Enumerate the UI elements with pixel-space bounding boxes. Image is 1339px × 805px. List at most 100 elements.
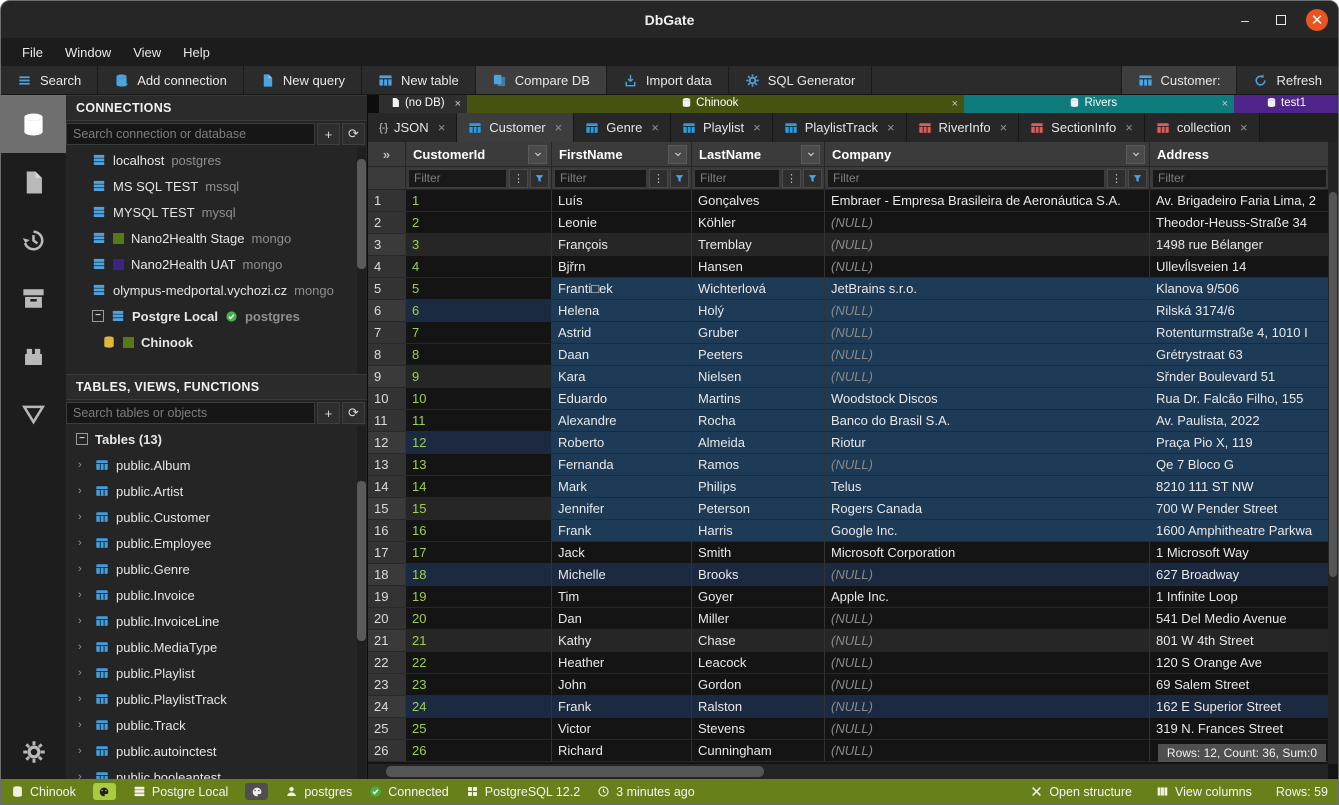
grid-cell[interactable]: Ullevĺlsveien 14: [1150, 256, 1328, 278]
activity-history-button[interactable]: [1, 211, 66, 269]
grid-cell[interactable]: Rua Dr. Falcão Filho, 155: [1150, 388, 1328, 410]
grid-cell[interactable]: Frank: [552, 520, 692, 542]
tab-playlisttrack[interactable]: PlaylistTrack×: [773, 113, 907, 142]
grid-cell[interactable]: (NULL): [825, 234, 1150, 256]
grid-cell[interactable]: Martins: [692, 388, 825, 410]
table-item[interactable]: ›public.Customer: [66, 504, 367, 530]
toolbar-button-new-query[interactable]: New query: [244, 66, 362, 94]
grid-cell[interactable]: (NULL): [825, 674, 1150, 696]
activity-file-button[interactable]: [1, 153, 66, 211]
grid-cell[interactable]: Google Inc.: [825, 520, 1150, 542]
grid-cell[interactable]: Grétrystraat 63: [1150, 344, 1328, 366]
database-tab-rivers[interactable]: Rivers×: [964, 95, 1234, 113]
grid-cell[interactable]: 18: [406, 564, 552, 586]
grid-cell[interactable]: 7: [406, 322, 552, 344]
grid-cell[interactable]: 801 W 4th Street: [1150, 630, 1328, 652]
connections-search-input[interactable]: [66, 123, 315, 145]
toolbar-button-refresh[interactable]: Refresh: [1236, 66, 1338, 94]
row-number[interactable]: 8: [368, 344, 406, 366]
grid-cell[interactable]: Leacock: [692, 652, 825, 674]
grid-cell[interactable]: 8210 111 ST NW: [1150, 476, 1328, 498]
grid-cell[interactable]: (NULL): [825, 608, 1150, 630]
connection-item[interactable]: −Postgre Localpostgres: [66, 303, 367, 329]
grid-cell[interactable]: (NULL): [825, 344, 1150, 366]
statusbar-open-structure[interactable]: Open structure: [1030, 785, 1132, 799]
grid-cell[interactable]: 1498 rue Bélanger: [1150, 234, 1328, 256]
grid-cell[interactable]: Theodor-Heuss-Straße 34: [1150, 212, 1328, 234]
grid-cell[interactable]: 319 N. Frances Street: [1150, 718, 1328, 740]
connection-item[interactable]: Nano2Health Stagemongo: [66, 225, 367, 251]
column-dropdown-button[interactable]: [1126, 145, 1145, 164]
activity-database-button[interactable]: [1, 95, 66, 153]
filter-menu-button[interactable]: ⋮: [509, 169, 528, 188]
grid-cell[interactable]: 24: [406, 696, 552, 718]
filter-input-lastname[interactable]: [694, 169, 780, 188]
close-icon[interactable]: ×: [1222, 98, 1228, 110]
grid-cell[interactable]: François: [552, 234, 692, 256]
column-dropdown-button[interactable]: [668, 145, 687, 164]
table-item[interactable]: ›public.autoinctest: [66, 738, 367, 764]
grid-cell[interactable]: 700 W Pender Street: [1150, 498, 1328, 520]
activity-archive-button[interactable]: [1, 269, 66, 327]
table-item[interactable]: ›public.Employee: [66, 530, 367, 556]
tab-collection[interactable]: collection×: [1145, 113, 1260, 142]
chevron-right-icon[interactable]: ›: [78, 667, 88, 679]
grid-cell[interactable]: Heather: [552, 652, 692, 674]
grid-cell[interactable]: Kathy: [552, 630, 692, 652]
grid-cell[interactable]: Mark: [552, 476, 692, 498]
grid-cell[interactable]: Wichterlová: [692, 278, 825, 300]
grid-cell[interactable]: Goyer: [692, 586, 825, 608]
close-icon[interactable]: ×: [1125, 120, 1133, 135]
grid-cell[interactable]: Qe 7 Bloco G: [1150, 454, 1328, 476]
column-dropdown-button[interactable]: [528, 145, 547, 164]
grid-cell[interactable]: Richard: [552, 740, 692, 762]
filter-funnel-button[interactable]: [530, 169, 549, 188]
grid-cell[interactable]: Holý: [692, 300, 825, 322]
grid-cell[interactable]: (NULL): [825, 366, 1150, 388]
grid-cell[interactable]: Miller: [692, 608, 825, 630]
grid-cell[interactable]: 20: [406, 608, 552, 630]
filter-menu-button[interactable]: ⋮: [1107, 169, 1126, 188]
row-number[interactable]: 16: [368, 520, 406, 542]
activity-plugins-button[interactable]: [1, 327, 66, 385]
grid-cell[interactable]: Dan: [552, 608, 692, 630]
close-icon[interactable]: ×: [555, 120, 563, 135]
database-tab-chinook[interactable]: Chinook×: [467, 95, 964, 113]
row-number[interactable]: 15: [368, 498, 406, 520]
tab-genre[interactable]: Genre×: [574, 113, 671, 142]
activity-triangle-button[interactable]: [1, 385, 66, 443]
grid-cell[interactable]: Chase: [692, 630, 825, 652]
grid-cell[interactable]: 1 Microsoft Way: [1150, 542, 1328, 564]
filter-menu-button[interactable]: ⋮: [782, 169, 801, 188]
connection-item[interactable]: Nano2Health UATmongo: [66, 251, 367, 277]
statusbar-palette-chip[interactable]: [245, 783, 268, 800]
grid-cell[interactable]: Smith: [692, 542, 825, 564]
grid-corner-expand[interactable]: »: [368, 142, 406, 167]
grid-cell[interactable]: Leonie: [552, 212, 692, 234]
grid-cell[interactable]: Banco do Brasil S.A.: [825, 410, 1150, 432]
chevron-right-icon[interactable]: ›: [78, 719, 88, 731]
column-header-firstname[interactable]: FirstName: [552, 142, 692, 167]
grid-cell[interactable]: Stevens: [692, 718, 825, 740]
table-item[interactable]: ›public.PlaylistTrack: [66, 686, 367, 712]
chevron-right-icon[interactable]: ›: [78, 485, 88, 497]
grid-cell[interactable]: 120 S Orange Ave: [1150, 652, 1328, 674]
filter-funnel-button[interactable]: [1128, 169, 1147, 188]
menu-help[interactable]: Help: [174, 42, 219, 63]
grid-cell[interactable]: 2: [406, 212, 552, 234]
grid-cell[interactable]: Michelle: [552, 564, 692, 586]
filter-input-address[interactable]: [1152, 169, 1327, 188]
chevron-right-icon[interactable]: ›: [78, 511, 88, 523]
grid-cell[interactable]: Apple Inc.: [825, 586, 1150, 608]
grid-cell[interactable]: (NULL): [825, 630, 1150, 652]
row-number[interactable]: 12: [368, 432, 406, 454]
tables-scrollbar-thumb[interactable]: [357, 481, 366, 641]
grid-cell[interactable]: 10: [406, 388, 552, 410]
grid-cell[interactable]: Av. Paulista, 2022: [1150, 410, 1328, 432]
grid-cell[interactable]: Almeida: [692, 432, 825, 454]
close-icon[interactable]: ×: [1240, 120, 1248, 135]
grid-cell[interactable]: Rilská 3174/6: [1150, 300, 1328, 322]
minimize-button[interactable]: –: [1234, 9, 1256, 31]
row-number[interactable]: 23: [368, 674, 406, 696]
grid-cell[interactable]: Helena: [552, 300, 692, 322]
